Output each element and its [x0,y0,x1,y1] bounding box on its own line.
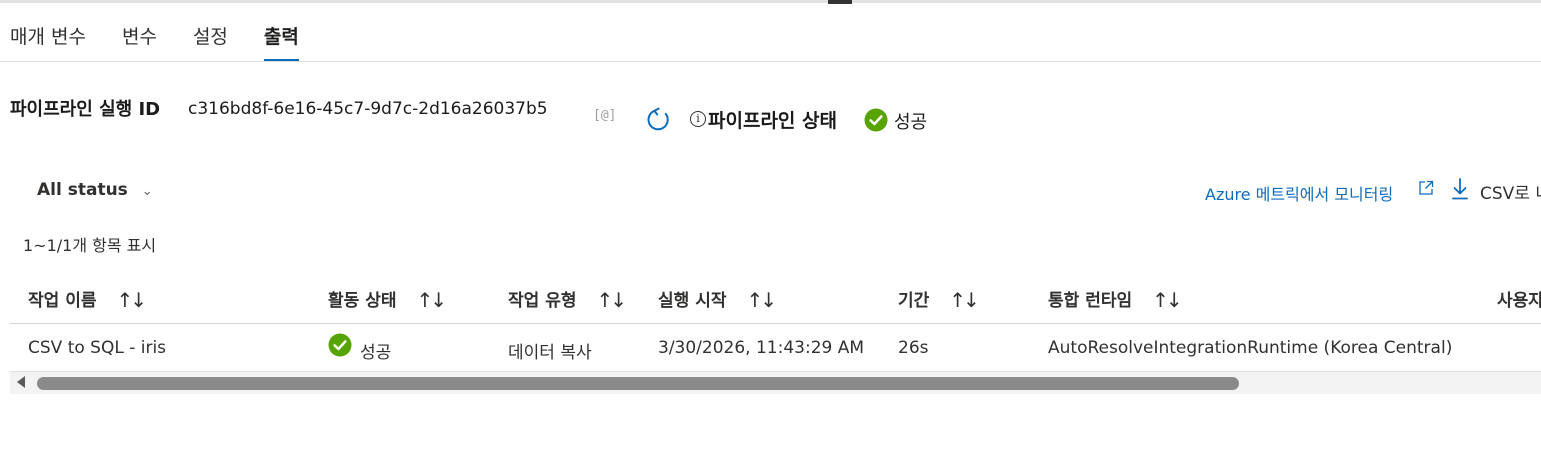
item-count: 1~1/1개 항목 표시 [23,236,157,255]
top-resize-handle[interactable] [828,0,852,4]
column-header-activity-type[interactable]: 작업 유형 ↑↓ [508,286,627,312]
tab-bar: 매개 변수 변수 설정 출력 [10,22,335,62]
azure-metrics-link[interactable]: Azure 메트릭에서 모니터링 [1205,181,1393,205]
status-filter-label: All status [37,180,128,200]
sort-icon[interactable]: ↑↓ [116,288,146,312]
column-header-activity-status[interactable]: 활동 상태 ↑↓ [328,286,447,312]
copy-icon[interactable]: [@] [593,108,616,123]
cell-run-start: 3/30/2026, 11:43:29 AM [658,338,865,358]
column-header-duration[interactable]: 기간 ↑↓ [898,286,980,312]
refresh-icon[interactable] [645,107,671,133]
chevron-down-icon: ⌄ [141,184,153,199]
scroll-left-arrow-icon[interactable] [17,376,25,388]
sort-icon[interactable]: ↑↓ [416,288,446,312]
scrollbar-thumb[interactable] [37,377,1239,390]
column-header-run-start[interactable]: 실행 시작 ↑↓ [658,286,777,312]
cell-activity-name[interactable]: CSV to SQL - iris [28,338,166,358]
column-header-integration-runtime[interactable]: 통합 런타임 ↑↓ [1048,286,1183,312]
column-header-activity-name[interactable]: 작업 이름 ↑↓ [28,286,147,312]
download-csv-button[interactable]: CSV로 내 [1480,179,1541,204]
column-header-label: 실행 시작 [658,291,727,311]
cell-activity-type: 데이터 복사 [508,343,592,363]
check-circle-icon [864,108,888,132]
column-header-label: 작업 유형 [508,291,577,311]
sort-icon[interactable]: ↑↓ [746,288,776,312]
tab-settings[interactable]: 설정 [193,22,228,62]
cell-duration: 26s [898,338,929,358]
column-header-label: 활동 상태 [328,291,397,311]
pipeline-run-output-page: 매개 변수 변수 설정 출력 파이프라인 실행 ID c316bd8f-6e16… [0,0,1541,460]
check-circle-icon [328,333,352,357]
cell-activity-status: 성공 [360,343,392,363]
tabs-divider [0,61,1541,62]
pipeline-run-id-value: c316bd8f-6e16-45c7-9d7c-2d16a26037b5 [188,99,548,119]
info-icon[interactable]: i [690,111,706,127]
tab-output[interactable]: 출력 [263,22,299,62]
sort-icon[interactable]: ↑↓ [949,288,979,312]
status-filter-dropdown[interactable]: All status ⌄ [37,180,153,200]
cell-integration-runtime: AutoResolveIntegrationRuntime (Korea Cen… [1048,338,1453,358]
pipeline-status-label: 파이프라인 상태 [708,110,837,132]
sort-icon[interactable]: ↑↓ [596,288,626,312]
column-header-label: 기간 [898,291,930,311]
external-link-icon[interactable] [1418,180,1434,196]
tab-variables[interactable]: 변수 [122,22,157,62]
column-header-label: 사용자 [1497,291,1541,311]
pipeline-status-value: 성공 [894,112,928,133]
sort-icon[interactable]: ↑↓ [1152,288,1182,312]
top-rule [0,0,1541,3]
tab-parameters[interactable]: 매개 변수 [10,22,86,62]
column-header-label: 작업 이름 [28,291,97,311]
pipeline-run-id-label: 파이프라인 실행 ID [10,99,161,120]
download-icon[interactable] [1451,178,1469,200]
column-header-label: 통합 런타임 [1048,291,1133,311]
column-header-user[interactable]: 사용자 [1497,286,1541,311]
